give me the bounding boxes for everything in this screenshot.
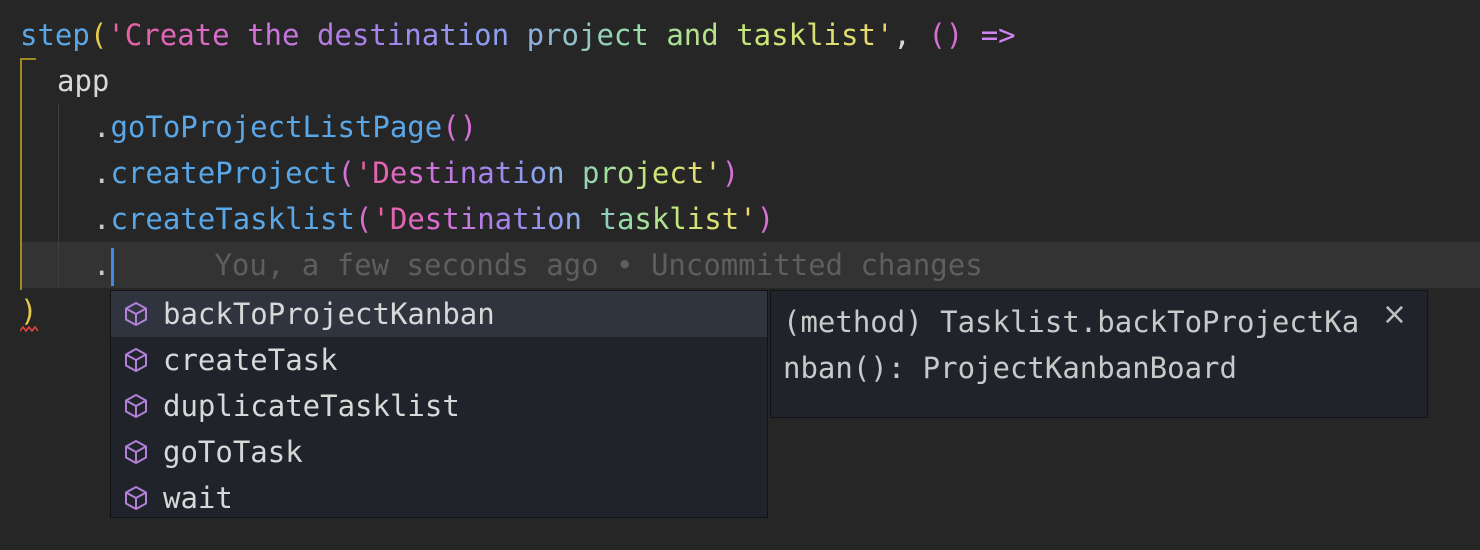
code-line-4[interactable]: .createProject('Destination project') xyxy=(93,150,739,196)
string-literal: 'Destination tasklist' xyxy=(372,202,757,236)
text-cursor xyxy=(111,248,115,286)
dot: . xyxy=(93,202,111,236)
arrow-operator: => xyxy=(963,18,1016,52)
code-line-2[interactable]: app xyxy=(57,58,109,104)
suggestion-item[interactable]: createTask xyxy=(111,337,767,383)
suggestion-label: goToTask xyxy=(163,435,303,469)
suggestion-item[interactable]: backToProjectKanban xyxy=(111,291,767,337)
suggestion-list[interactable]: backToProjectKanban createTask duplicate… xyxy=(110,290,768,518)
close-icon[interactable]: × xyxy=(1382,297,1407,332)
suggestion-label: wait xyxy=(163,481,233,515)
code-line-3[interactable]: .goToProjectListPage() xyxy=(93,104,477,150)
suggestion-label: createTask xyxy=(163,343,338,377)
dot: . xyxy=(93,110,111,144)
identifier-app: app xyxy=(57,64,110,98)
open-paren: ( xyxy=(89,18,108,52)
method-cube-icon xyxy=(125,394,147,418)
code-line-5[interactable]: .createTasklist('Destination tasklist') xyxy=(93,196,774,242)
method-name: createTasklist xyxy=(110,202,355,236)
code-line-6[interactable]: . You, a few seconds ago • Uncommitted ch… xyxy=(93,242,983,288)
method-name: createProject xyxy=(110,156,338,190)
suggestion-item[interactable]: wait xyxy=(111,475,767,521)
method-cube-icon xyxy=(125,486,147,510)
call-parens: () xyxy=(442,110,478,144)
suggestion-details-panel: (method) Tasklist.backToProjectKanban():… xyxy=(770,290,1428,418)
suggestion-item[interactable]: goToTask xyxy=(111,429,767,475)
dot: . xyxy=(93,156,111,190)
error-squiggle xyxy=(20,326,39,332)
close-paren: ) xyxy=(756,202,775,236)
method-name: goToProjectListPage xyxy=(110,110,443,144)
dot: . xyxy=(93,248,111,282)
string-literal: 'Create the destination project and task… xyxy=(107,18,894,52)
open-paren: ( xyxy=(337,156,355,190)
suggestion-item[interactable]: duplicateTasklist xyxy=(111,383,767,429)
comma: , xyxy=(893,18,929,52)
open-paren: ( xyxy=(354,202,373,236)
method-signature: (method) Tasklist.backToProjectKanban():… xyxy=(783,305,1360,385)
code-line-1[interactable]: step('Create the destination project and… xyxy=(20,12,1016,58)
indent-guide xyxy=(58,104,59,288)
suggestion-label: duplicateTasklist xyxy=(163,389,460,423)
method-cube-icon xyxy=(125,348,147,372)
suggestion-label: backToProjectKanban xyxy=(163,297,495,331)
string-literal: 'Destination project' xyxy=(354,156,722,190)
method-cube-icon xyxy=(125,302,147,326)
close-paren: ) xyxy=(721,156,740,190)
method-cube-icon xyxy=(125,440,147,464)
function-name: step xyxy=(20,18,90,52)
close-paren: ) xyxy=(20,294,38,328)
bracket-pair-guide xyxy=(20,58,36,290)
git-blame-annotation: You, a few seconds ago • Uncommitted cha… xyxy=(214,248,983,282)
arrow-params: () xyxy=(928,18,964,52)
